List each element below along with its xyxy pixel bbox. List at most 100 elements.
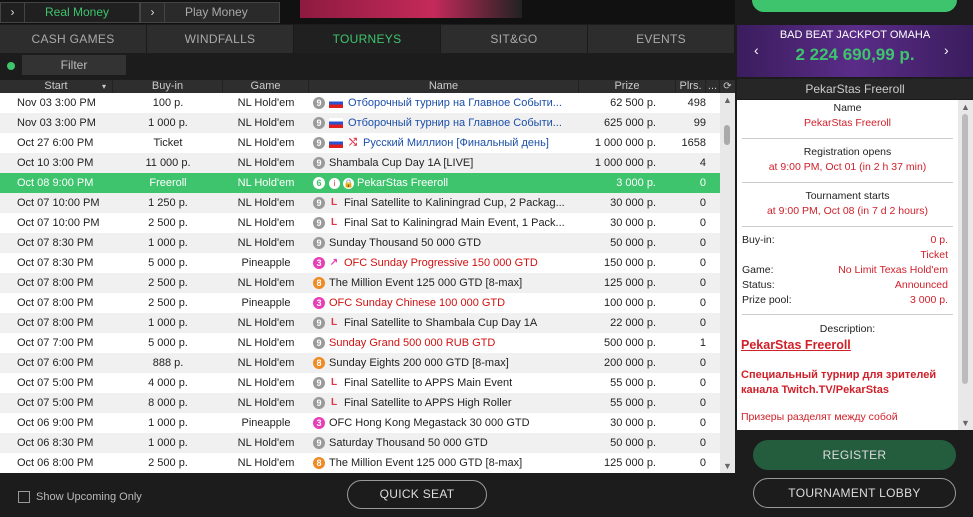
game-cell: NL Hold'em bbox=[237, 357, 295, 369]
status-label: Status: bbox=[742, 279, 775, 291]
game-cell: NL Hold'em bbox=[237, 97, 295, 109]
game-cell: NL Hold'em bbox=[237, 217, 295, 229]
tab-tourneys[interactable]: TOURNEYS bbox=[294, 25, 441, 53]
table-size-badge: 9 bbox=[313, 337, 325, 350]
table-row[interactable]: Oct 08 9:00 PM Freeroll NL Hold'em 6 i 🔒 Pekar… bbox=[0, 173, 720, 193]
tournament-name: Русский Миллион [Финальный день] bbox=[363, 137, 549, 149]
refresh-icon[interactable]: ⟳ bbox=[720, 80, 735, 93]
tournament-table: Nov 03 3:00 PM 100 р. NL Hold'em 9 Отборочны… bbox=[0, 93, 720, 473]
promo-banner[interactable] bbox=[300, 0, 522, 18]
start-cell: Oct 06 8:30 PM bbox=[17, 437, 94, 449]
table-row[interactable]: Oct 07 8:00 PM 2 500 р. Pineapple 3 OFC Sund… bbox=[0, 293, 720, 313]
show-upcoming-checkbox[interactable] bbox=[18, 491, 30, 503]
more-cell bbox=[706, 213, 720, 233]
buyin-cell: 888 р. bbox=[152, 357, 184, 369]
tournament-name: Final Satellite to APPS Main Event bbox=[344, 377, 513, 389]
table-row[interactable]: Oct 07 10:00 PM 2 500 р. NL Hold'em 9 L Final… bbox=[0, 213, 720, 233]
table-row[interactable]: Oct 07 5:00 PM 4 000 р. NL Hold'em 9 L Final … bbox=[0, 373, 720, 393]
game-cell: Pineapple bbox=[241, 297, 291, 309]
start-cell: Oct 07 5:00 PM bbox=[17, 377, 94, 389]
name-label: Name bbox=[833, 102, 862, 114]
real-money-tab[interactable]: › Real Money bbox=[0, 2, 140, 23]
table-row[interactable]: Oct 07 6:00 PM 888 р. NL Hold'em 8 Sunday Ei… bbox=[0, 353, 720, 373]
table-header: Start ▾ Buy-in Game Name Prize Plrs. ... bbox=[0, 80, 720, 93]
more-cell bbox=[706, 233, 720, 253]
column-start[interactable]: Start ▾ bbox=[0, 80, 113, 93]
tournament-lobby-button[interactable]: TOURNAMENT LOBBY bbox=[753, 478, 956, 508]
satellite-icon: L bbox=[330, 377, 338, 389]
table-size-badge: 3 bbox=[313, 257, 325, 270]
table-size-badge: 6 bbox=[313, 177, 325, 190]
prize-cell: 1 000 000 р. bbox=[594, 137, 656, 149]
table-row[interactable]: Oct 06 8:30 PM 1 000 р. NL Hold'em 9 Saturda… bbox=[0, 433, 720, 453]
table-row[interactable]: Oct 07 8:30 PM 1 000 р. NL Hold'em 9 Sunday … bbox=[0, 233, 720, 253]
table-row[interactable]: Oct 27 6:00 PM Ticket NL Hold'em 9 ⤭ Русский … bbox=[0, 133, 720, 153]
buyin-cell: 5 000 р. bbox=[148, 257, 188, 269]
chevron-left-icon[interactable]: ‹ bbox=[754, 42, 759, 58]
name-cell: 9 L Final Satellite to APPS High Roller bbox=[309, 393, 579, 413]
tournament-name: The Million Event 125 000 GTD [8-max] bbox=[329, 277, 523, 289]
scroll-up-icon[interactable]: ▲ bbox=[958, 100, 973, 114]
players-cell: 0 bbox=[699, 297, 706, 309]
jackpot-amount: 2 224 690,99 р. bbox=[795, 45, 915, 64]
table-scrollbar[interactable]: ▲ ▼ bbox=[720, 93, 735, 473]
column-game[interactable]: Game bbox=[223, 80, 309, 93]
buyin-cell: 100 р. bbox=[152, 97, 184, 109]
table-row[interactable]: Nov 03 3:00 PM 100 р. NL Hold'em 9 Отборочны… bbox=[0, 93, 720, 113]
table-row[interactable]: Oct 07 7:00 PM 5 000 р. NL Hold'em 9 Sunday … bbox=[0, 333, 720, 353]
column-prize[interactable]: Prize bbox=[579, 80, 676, 93]
table-row[interactable]: Oct 07 5:00 PM 8 000 р. NL Hold'em 9 L Final … bbox=[0, 393, 720, 413]
table-row[interactable]: Nov 03 3:00 PM 1 000 р. NL Hold'em 9 Отбороч… bbox=[0, 113, 720, 133]
scroll-thumb[interactable] bbox=[724, 125, 730, 145]
game-cell: NL Hold'em bbox=[237, 337, 295, 349]
divider bbox=[742, 138, 953, 139]
show-upcoming-label[interactable]: Show Upcoming Only bbox=[36, 491, 142, 503]
more-cell bbox=[706, 273, 720, 293]
scroll-down-icon[interactable]: ▼ bbox=[720, 459, 735, 473]
play-money-tab[interactable]: › Play Money bbox=[140, 2, 280, 23]
tab-sitgo[interactable]: SIT&GO bbox=[441, 25, 588, 53]
name-cell: 3 OFC Sunday Chinese 100 000 GTD bbox=[309, 293, 579, 313]
chevron-right-icon[interactable]: › bbox=[944, 42, 949, 58]
prize-cell: 150 000 р. bbox=[604, 257, 656, 269]
scroll-thumb[interactable] bbox=[962, 114, 968, 384]
details-title: PekarStas Freeroll bbox=[737, 79, 973, 99]
buyin-cell: Freeroll bbox=[149, 177, 187, 189]
prize-cell: 50 000 р. bbox=[610, 237, 656, 249]
column-players[interactable]: Plrs. bbox=[676, 80, 706, 93]
table-size-badge: 8 bbox=[313, 457, 325, 470]
tab-windfalls[interactable]: WINDFALLS bbox=[147, 25, 294, 53]
tab-events[interactable]: EVENTS bbox=[588, 25, 735, 53]
tournament-details: Name PekarStas Freeroll Registration ope… bbox=[737, 100, 958, 430]
tab-cash-games[interactable]: CASH GAMES bbox=[0, 25, 147, 53]
table-row[interactable]: Oct 07 8:00 PM 1 000 р. NL Hold'em 9 L Final … bbox=[0, 313, 720, 333]
buyin-cell: 2 500 р. bbox=[148, 457, 188, 469]
divider bbox=[742, 182, 953, 183]
column-buyin[interactable]: Buy-in bbox=[113, 80, 223, 93]
prize-cell: 55 000 р. bbox=[610, 397, 656, 409]
table-row[interactable]: Oct 07 10:00 PM 1 250 р. NL Hold'em 9 L Final… bbox=[0, 193, 720, 213]
name-cell: 9 L Final Satellite to APPS Main Event bbox=[309, 373, 579, 393]
register-button[interactable]: REGISTER bbox=[753, 440, 956, 470]
table-size-badge: 9 bbox=[313, 217, 325, 230]
column-more[interactable]: ... bbox=[706, 80, 720, 93]
table-row[interactable]: Oct 06 9:00 PM 1 000 р. Pineapple 3 OFC Hong… bbox=[0, 413, 720, 433]
table-row[interactable]: Oct 06 8:00 PM 2 500 р. NL Hold'em 8 The Mil… bbox=[0, 453, 720, 473]
more-cell bbox=[706, 133, 720, 153]
column-name[interactable]: Name bbox=[309, 80, 579, 93]
scroll-up-icon[interactable]: ▲ bbox=[720, 93, 735, 107]
quick-seat-button[interactable]: QUICK SEAT bbox=[347, 480, 487, 509]
table-row[interactable]: Oct 07 8:00 PM 2 500 р. NL Hold'em 8 The Mil… bbox=[0, 273, 720, 293]
details-scrollbar[interactable]: ▲ ▼ bbox=[958, 100, 973, 430]
scroll-down-icon[interactable]: ▼ bbox=[958, 416, 973, 430]
players-cell: 0 bbox=[699, 377, 706, 389]
filter-button[interactable]: Filter bbox=[22, 55, 126, 75]
jackpot-title: BAD BEAT JACKPOT OMAHA bbox=[779, 29, 931, 41]
prize-cell: 30 000 р. bbox=[610, 217, 656, 229]
top-green-button[interactable] bbox=[752, 0, 957, 12]
tournament-name: Final Satellite to Shambala Cup Day 1A bbox=[344, 317, 538, 329]
start-cell: Oct 08 9:00 PM bbox=[17, 177, 94, 189]
table-row[interactable]: Oct 10 3:00 PM 11 000 р. NL Hold'em 9 Shamba… bbox=[0, 153, 720, 173]
table-row[interactable]: Oct 07 8:30 PM 5 000 р. Pineapple 3 ↗ OFC Sun… bbox=[0, 253, 720, 273]
name-cell: 9 ⤭ Русский Миллион [Финальный день] bbox=[309, 133, 579, 153]
